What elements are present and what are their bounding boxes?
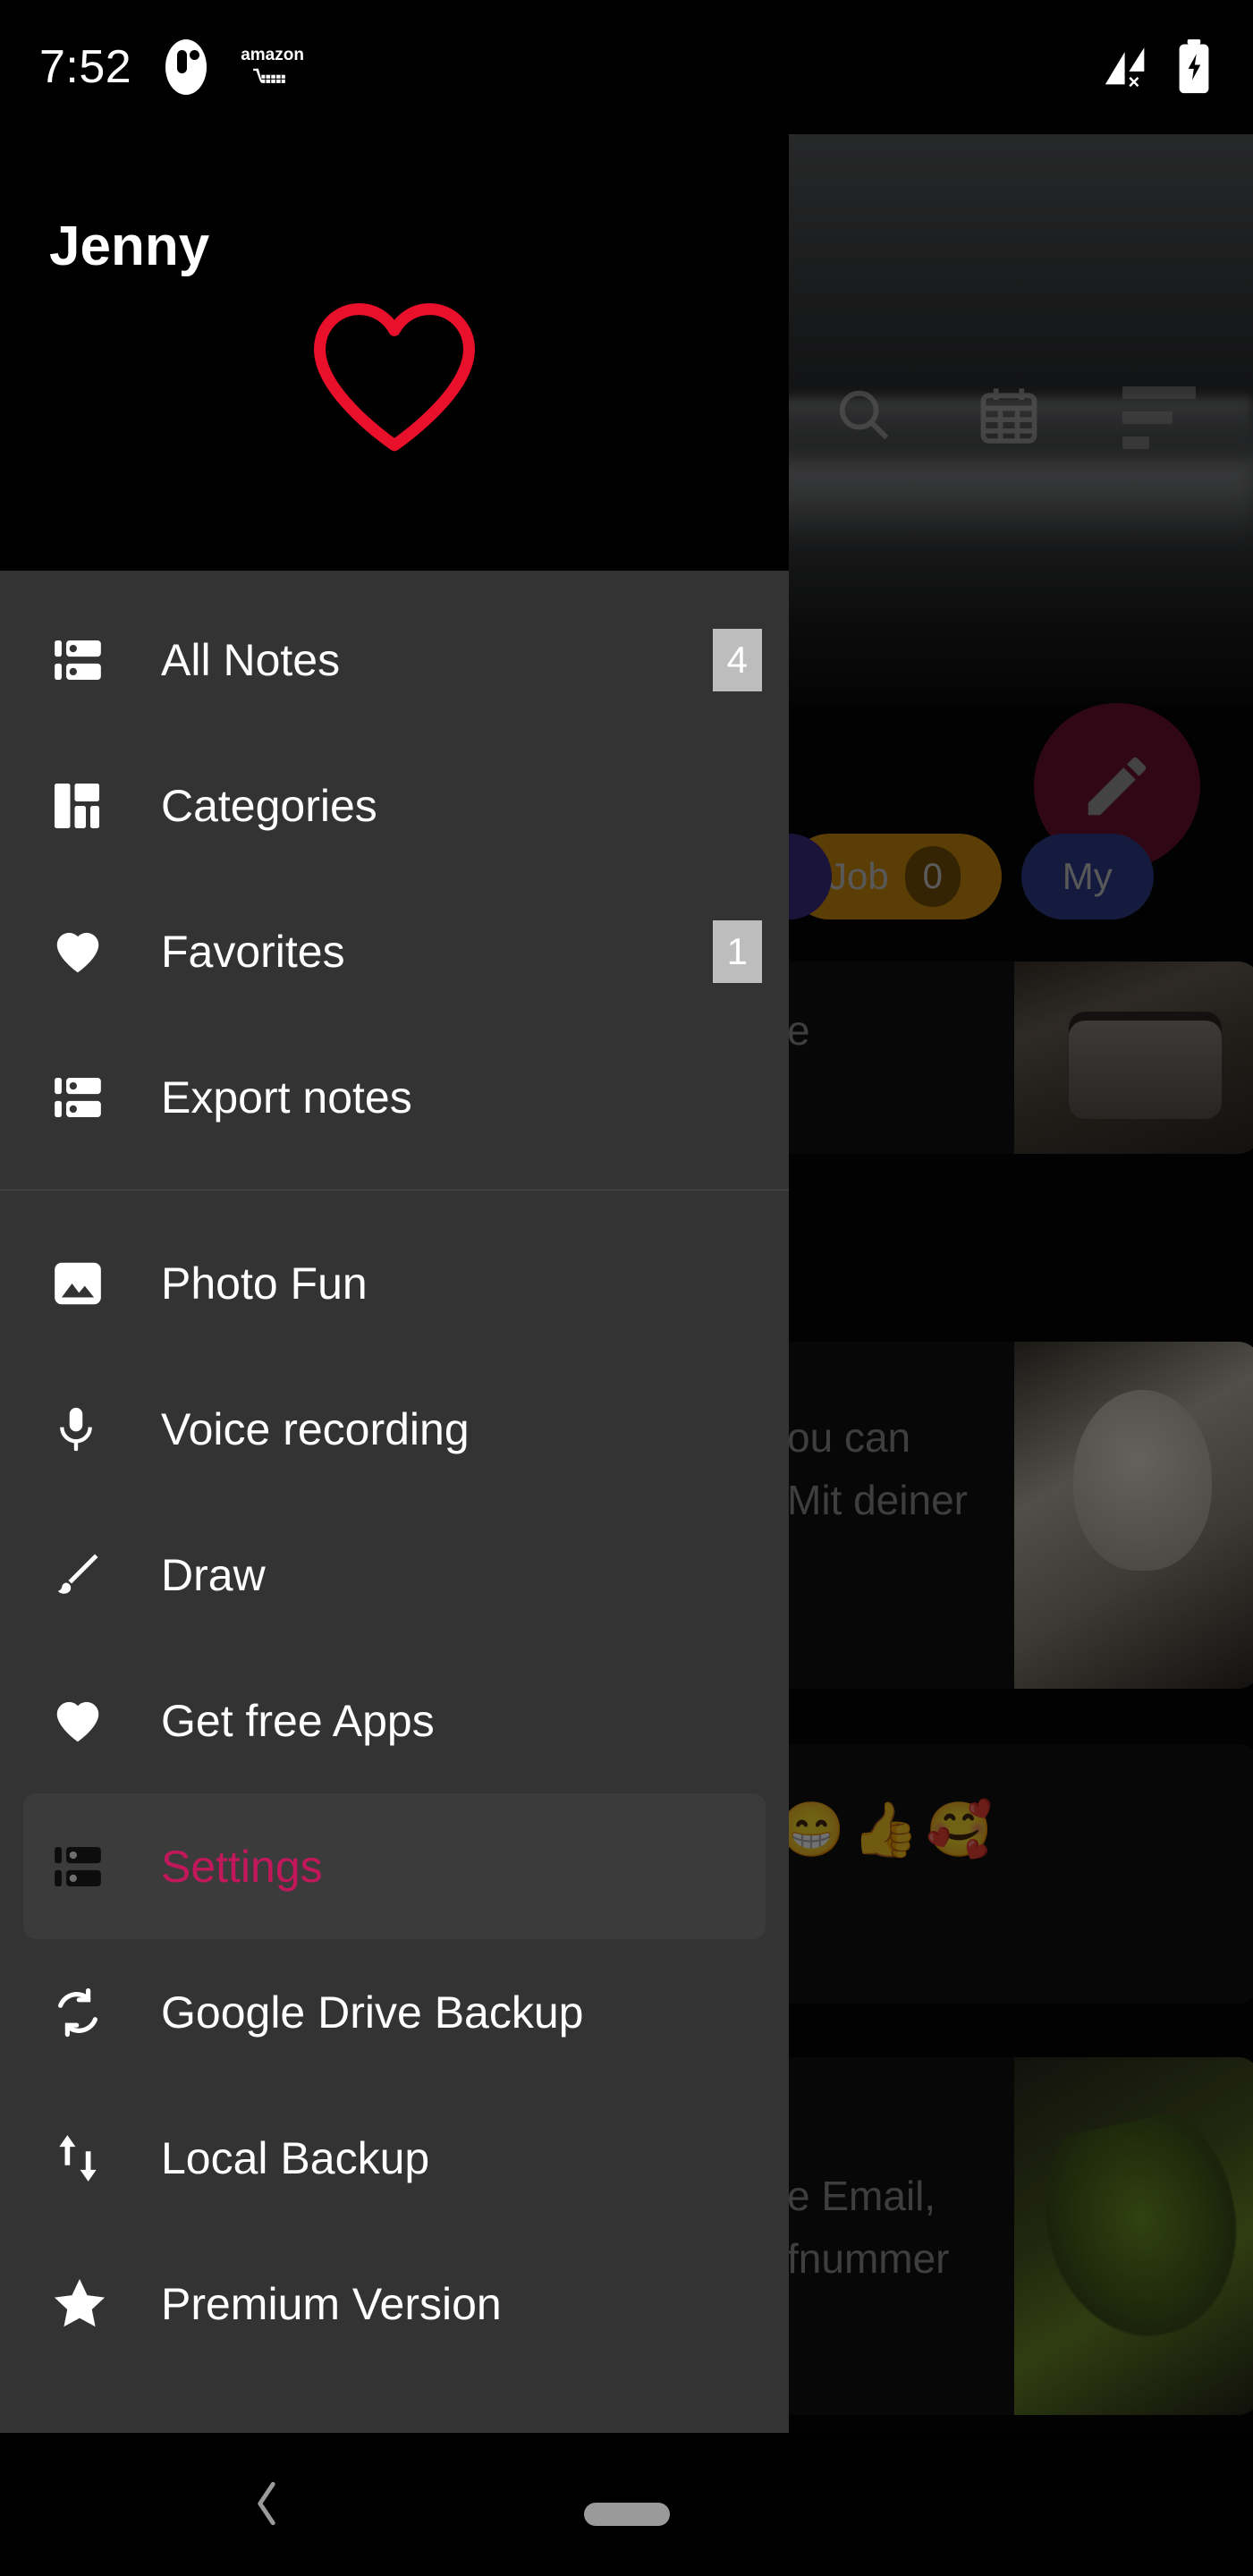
navigation-drawer: Jenny All Notes 4 Categories Favorites 1… bbox=[0, 0, 789, 2433]
menu-item-settings[interactable]: Settings bbox=[23, 1793, 766, 1939]
list-icon bbox=[50, 1070, 118, 1125]
up-down-arrows-icon bbox=[50, 2131, 118, 2186]
list-icon bbox=[50, 632, 118, 688]
shopping-cart-icon bbox=[252, 68, 285, 83]
menu-item-label: Voice recording bbox=[161, 1403, 470, 1454]
menu-item-voice-recording[interactable]: Voice recording bbox=[0, 1356, 789, 1502]
menu-item-label: Settings bbox=[161, 1841, 323, 1892]
menu-item-label: Draw bbox=[161, 1549, 266, 1600]
menu-item-badge: 1 bbox=[712, 919, 762, 983]
menu-item-label: Google Drive Backup bbox=[161, 1987, 584, 2038]
battery-charging-icon bbox=[1179, 39, 1209, 94]
phone-screen: Job 0 My e ou can Mit deiner 😁👍🥰 e Email… bbox=[0, 0, 1253, 2576]
heart-filled-icon bbox=[50, 924, 118, 979]
menu-item-badge: 4 bbox=[712, 628, 762, 691]
drawer-menu: All Notes 4 Categories Favorites 1 Expor… bbox=[0, 571, 789, 2433]
menu-divider bbox=[0, 1190, 789, 1191]
menu-item-premium-version[interactable]: Premium Version bbox=[0, 2231, 789, 2377]
oval-app-icon bbox=[165, 39, 207, 95]
status-time: 7:52 bbox=[39, 41, 132, 93]
menu-item-label: Get free Apps bbox=[161, 1695, 435, 1746]
image-icon bbox=[50, 1256, 118, 1311]
menu-item-label: Export notes bbox=[161, 1072, 412, 1123]
menu-item-get-free-apps[interactable]: Get free Apps bbox=[0, 1648, 789, 1793]
heart-logo bbox=[0, 295, 789, 456]
menu-item-export-notes[interactable]: Export notes bbox=[0, 1024, 789, 1170]
heart-filled-icon bbox=[50, 1693, 118, 1749]
menu-item-google-drive-backup[interactable]: Google Drive Backup bbox=[0, 1939, 789, 2085]
menu-item-photo-fun[interactable]: Photo Fun bbox=[0, 1210, 789, 1356]
user-name: Jenny bbox=[49, 216, 210, 277]
back-chevron-icon[interactable] bbox=[249, 2478, 284, 2534]
menu-item-all-notes[interactable]: All Notes 4 bbox=[0, 587, 789, 733]
menu-item-draw[interactable]: Draw bbox=[0, 1502, 789, 1648]
system-navigation-bar bbox=[0, 2433, 1253, 2576]
menu-item-label: Photo Fun bbox=[161, 1258, 368, 1309]
signal-no-sim-icon: × bbox=[1105, 47, 1145, 93]
brush-icon bbox=[50, 1548, 118, 1602]
menu-item-local-backup[interactable]: Local Backup bbox=[0, 2085, 789, 2231]
svg-text:×: × bbox=[1128, 71, 1139, 93]
menu-item-favorites[interactable]: Favorites 1 bbox=[0, 878, 789, 1024]
sync-icon bbox=[50, 1985, 118, 2040]
menu-item-label: Categories bbox=[161, 780, 377, 831]
status-bar: 7:52 amazon × bbox=[0, 0, 1253, 134]
home-pill-icon[interactable] bbox=[583, 2503, 670, 2526]
microphone-icon bbox=[50, 1402, 118, 1457]
menu-item-label: Favorites bbox=[161, 926, 345, 977]
amazon-label: amazon bbox=[241, 46, 304, 64]
amazon-icon: amazon bbox=[241, 47, 304, 88]
menu-item-categories[interactable]: Categories bbox=[0, 733, 789, 878]
dashboard-icon bbox=[50, 779, 118, 833]
menu-item-label: Premium Version bbox=[161, 2278, 502, 2329]
menu-item-label: Local Backup bbox=[161, 2132, 430, 2183]
star-icon bbox=[50, 2275, 118, 2334]
menu-item-label: All Notes bbox=[161, 634, 341, 685]
list-icon bbox=[50, 1839, 118, 1894]
